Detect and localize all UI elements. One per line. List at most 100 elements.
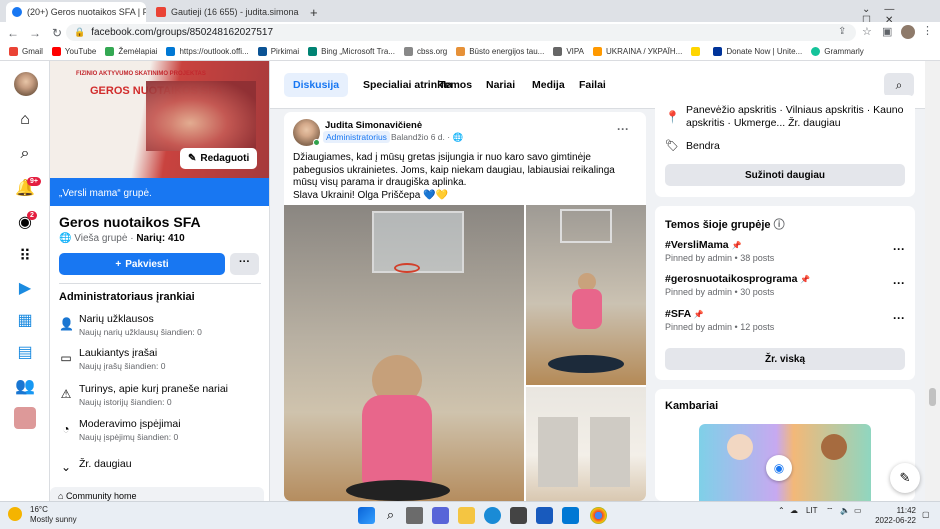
notification-center-icon[interactable]: ▢ [922,510,930,519]
watch-icon[interactable]: ▶ [14,277,36,299]
bookmark-maps[interactable]: Žemėlapiai [105,47,157,56]
admin-item-reported-content[interactable]: ⚠ Turinys, apie kurį praneše nariai Nauj… [59,383,259,411]
word-icon[interactable] [536,507,553,524]
clock-date: 2022-06-22 [875,516,916,525]
wifi-icon[interactable]: ⌔ [826,506,834,516]
forward-icon[interactable]: → [26,26,44,40]
post-author[interactable]: Judita Simonavičienė [325,120,422,131]
clock-time: 11:42 [896,506,916,515]
chrome-icon[interactable] [590,507,607,524]
admin-item-subtitle: Naujų įrašų šiandien: 0 [79,361,166,371]
volume-icon[interactable]: 🔈 [840,506,850,515]
scrollbar-thumb[interactable] [929,388,936,406]
post-photo-1[interactable] [284,205,524,501]
reload-icon[interactable]: ↻ [48,26,66,40]
bookmark-label: Gmail [22,47,43,56]
pages-icon[interactable]: ▤ [14,341,36,363]
back-icon[interactable]: ← [4,26,22,40]
topic-subtitle: Pinned by admin • 38 posts [665,253,775,263]
post-date[interactable]: Balandžio 6 d. · 🌐 [391,132,463,143]
weather-condition: Mostly sunny [30,515,77,524]
admin-item-title: Turinys, apie kurį praneše nariai [79,383,229,395]
search-icon[interactable]: ⌕ [382,507,399,524]
group-members[interactable]: Narių: 410 [136,233,184,244]
see-all-topics-button[interactable]: Žr. viską [665,348,905,370]
group-shortcut-icon[interactable] [14,407,36,429]
bookmark-outlook[interactable]: https://outlook.offi... [166,47,249,56]
search-icon[interactable]: ⌕ [14,143,36,165]
language-indicator[interactable]: LIT [806,506,818,515]
cloud-icon[interactable]: ☁ [790,506,798,515]
new-tab-button[interactable]: + [304,2,324,22]
info-icon[interactable]: ⓘ [774,219,785,231]
home-icon[interactable]: ⌂ [14,109,36,131]
start-icon[interactable] [358,507,375,524]
admin-tools-title: Administratoriaus įrankiai [59,291,195,303]
feed-post: Judita Simonavičienė Administratorius Ba… [284,112,646,501]
share-icon[interactable]: ⇪ [838,26,846,37]
group-name[interactable]: Geros nuotaikos SFA [59,214,201,230]
topic-geros-nuotaikos[interactable]: #gerosnuotaikosprograma 📌 [665,273,810,285]
post-photo-2[interactable] [526,205,646,385]
topic-versli-mama[interactable]: #VersliMama 📌 [665,239,742,251]
browser-tab-gmail[interactable]: Gautieji (16 655) - judita.simona ✕ [150,2,302,22]
community-home-link[interactable]: ⌂ Community home [50,487,264,501]
more-options-button[interactable]: ··· [230,253,259,275]
marketplace-icon[interactable]: ▦ [14,309,36,331]
bookmark-busto[interactable]: Būsto energijos tau... [456,47,544,56]
group-search-button[interactable]: ⌕ [884,73,914,97]
bookmark-cbss[interactable]: cbss.org [403,47,447,56]
bookmark-ukraina[interactable]: UKRAINA / УКРАЇН... [592,47,682,56]
topic-options-icon[interactable]: ··· [893,242,905,256]
profile-avatar[interactable] [14,72,38,96]
edge-icon[interactable] [484,507,501,524]
topic-sfa[interactable]: #SFA 📌 [665,308,704,320]
bookmark-youtube[interactable]: YouTube [51,47,96,56]
bookmark-flag[interactable] [691,47,704,56]
weather-widget[interactable]: 16°C Mostly sunny [8,505,77,525]
mail-icon[interactable] [562,507,579,524]
post-options-icon[interactable]: ··· [617,122,629,136]
backboard [560,209,612,243]
tray-chevron-icon[interactable]: ⌃ [778,506,785,515]
bookmark-pirkimai[interactable]: Pirkimai [257,47,299,56]
topic-options-icon[interactable]: ··· [893,311,905,325]
tab-files[interactable]: Failai [570,73,615,97]
address-bar[interactable]: 🔒 facebook.com/groups/850248162027517 [66,24,856,41]
new-message-button[interactable]: ✎ [890,463,920,493]
groups-icon[interactable]: 👥 [14,375,36,397]
post-photo-3[interactable] [526,387,646,501]
tab-media[interactable]: Medija [523,73,574,97]
profile-avatar[interactable] [901,25,915,39]
topic-options-icon[interactable]: ··· [893,276,905,290]
see-more-admin[interactable]: ⌄ Žr. daugiau [59,456,259,474]
page-scrollbar[interactable] [925,61,940,501]
teams-icon[interactable] [432,507,449,524]
admin-item-moderation-alerts[interactable]: ◔ Moderavimo įspėjimai Naujų įspėjimų ši… [59,418,259,446]
system-clock[interactable]: 11:42 2022-06-22 [868,506,916,526]
sidebar-icon[interactable]: ▣ [882,25,892,38]
bookmark-bing[interactable]: Bing „Microsoft Tra... [308,47,395,56]
edit-cover-button[interactable]: ✎ Redaguoti [180,148,258,169]
menu-icon[interactable]: ⋮ [922,24,933,37]
browser-tab-facebook[interactable]: (20+) Geros nuotaikos SFA | Face ✕ [6,2,146,22]
tab-members[interactable]: Nariai [477,73,524,97]
tab-topics[interactable]: Temos [430,73,481,97]
file-explorer-icon[interactable] [458,507,475,524]
bookmark-donate[interactable]: Donate Now | Unite... [713,47,802,56]
admin-item-pending-posts[interactable]: ▭ Laukiantys įrašai Naujų įrašų šiandien… [59,347,259,375]
battery-icon[interactable]: ▭ [854,506,862,515]
store-icon[interactable] [510,507,527,524]
task-view-icon[interactable] [406,507,423,524]
bookmark-gmail[interactable]: Gmail [9,47,43,56]
menu-grid-icon[interactable]: ⠿ [14,245,36,267]
invite-button[interactable]: + Pakviesti [59,253,225,275]
messenger-rooms-icon[interactable]: ◉ [766,455,792,481]
admin-item-member-requests[interactable]: 👤 Narių užklausos Naujų narių užklausų š… [59,313,259,341]
bookmark-star-icon[interactable]: ☆ [862,25,872,38]
learn-more-button[interactable]: Sužinoti daugiau [665,164,905,186]
bookmark-grammarly[interactable]: Grammarly [811,47,864,56]
bookmark-vipa[interactable]: VIPA [553,47,584,56]
tab-discussion[interactable]: Diskusija [284,73,349,97]
trampoline [346,480,450,501]
